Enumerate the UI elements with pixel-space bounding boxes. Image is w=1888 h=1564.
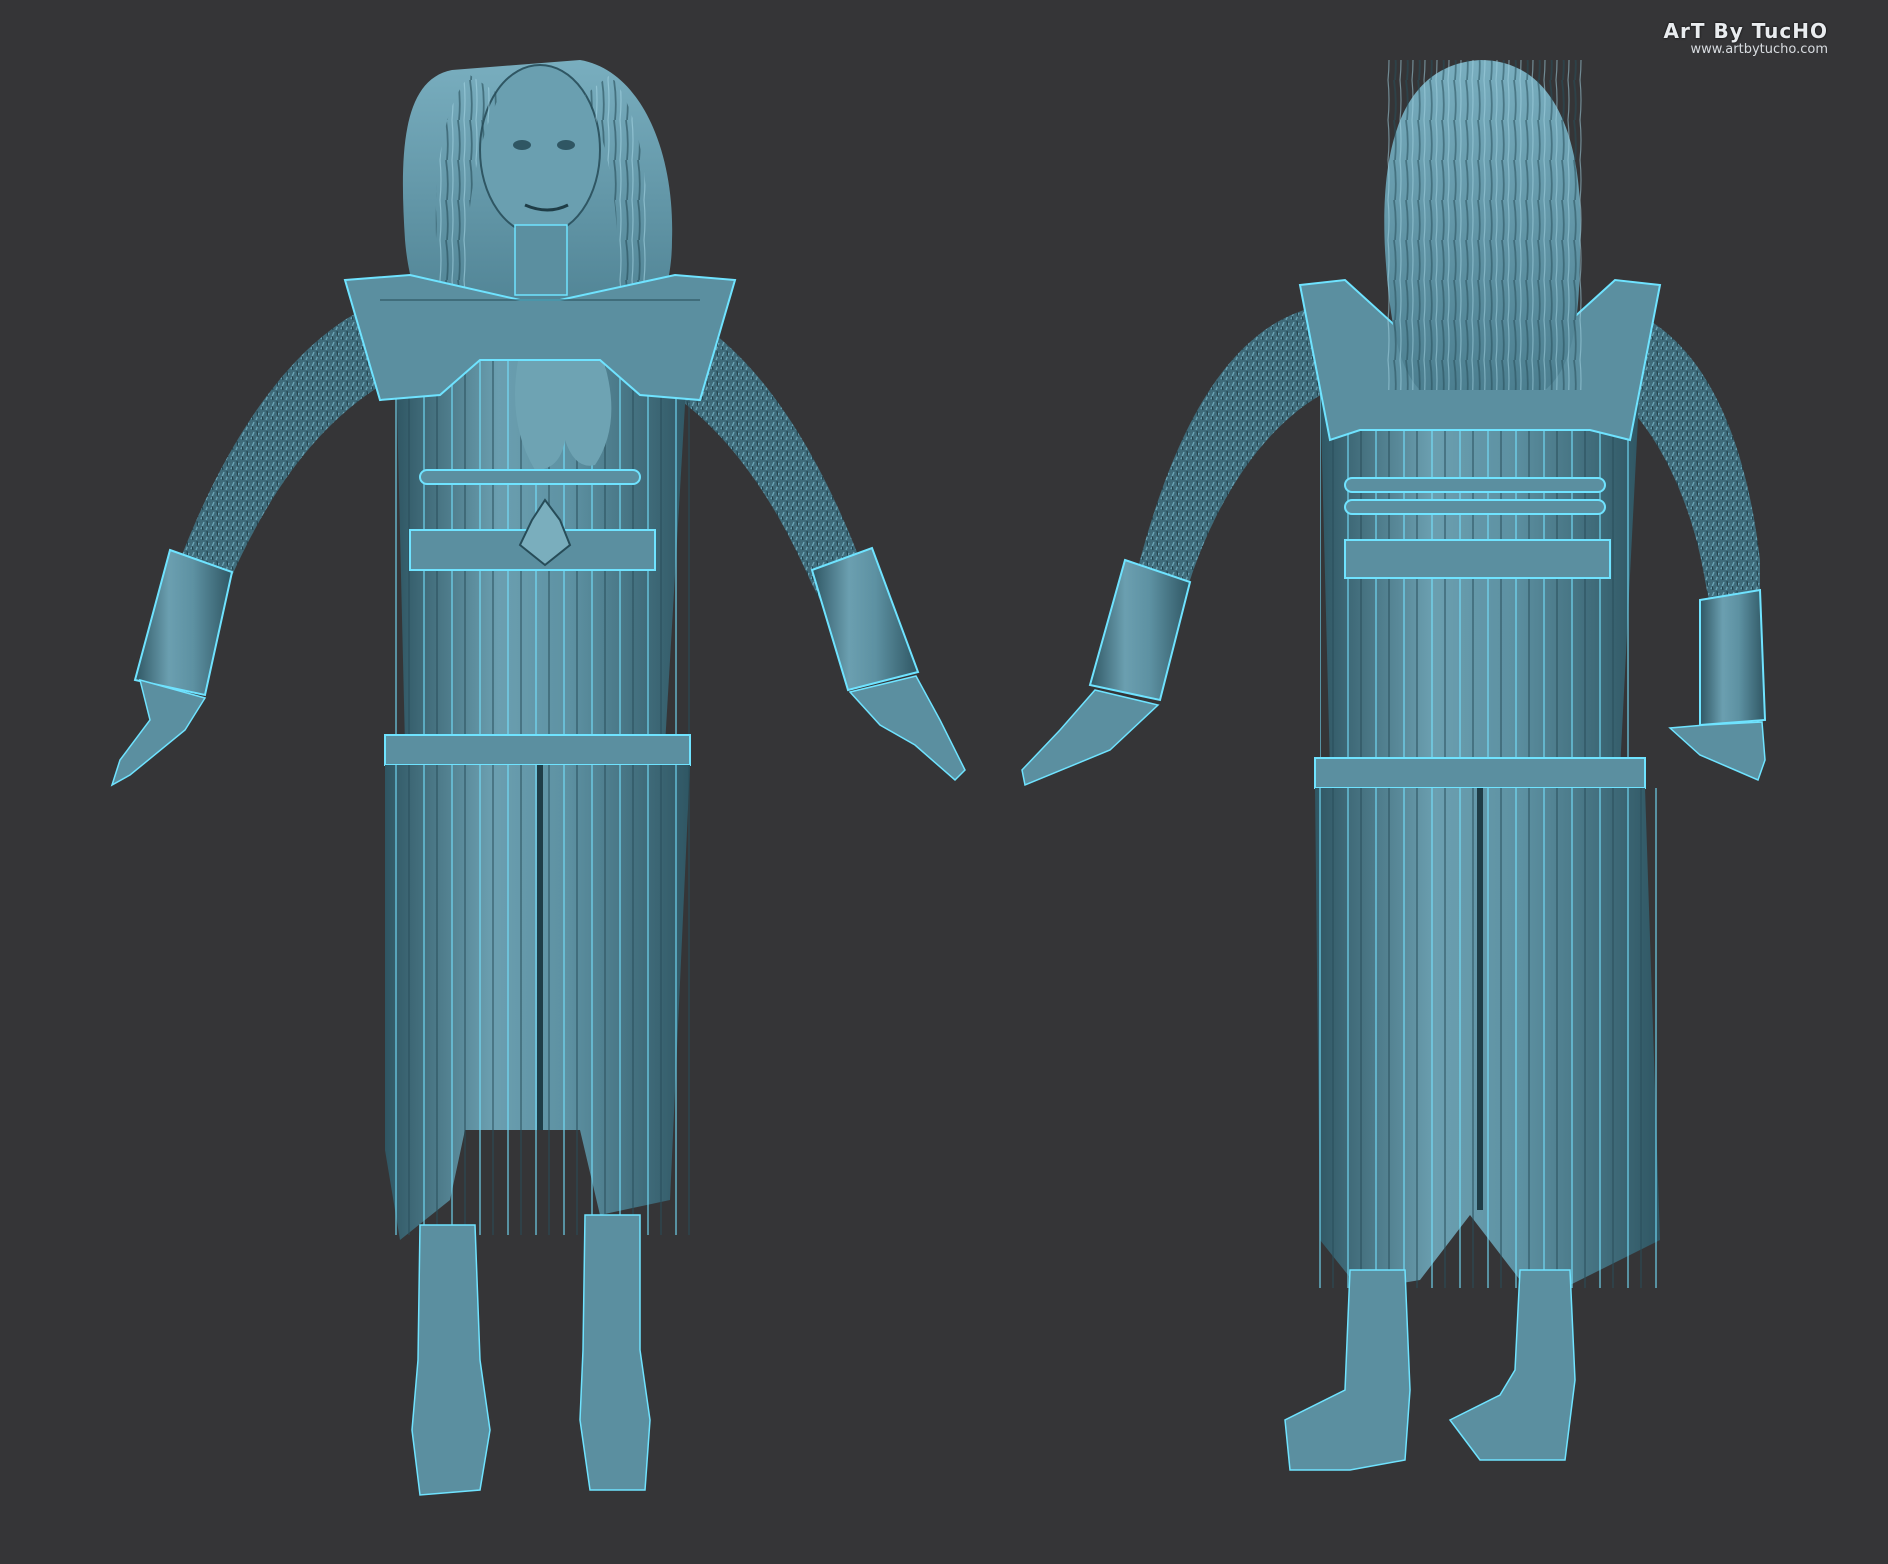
watermark: ArT By TucHO www.artbytucho.com (1664, 20, 1828, 58)
sculpt-render (110, 60, 1767, 1496)
watermark-brand: ArT By TucHO (1663, 19, 1828, 43)
watermark-url: www.artbytucho.com (1690, 42, 1828, 57)
viewport: ArT By TucHO www.artbytucho.com (0, 0, 1888, 1564)
figure-front (110, 60, 966, 1496)
figure-back (1021, 60, 1767, 1471)
